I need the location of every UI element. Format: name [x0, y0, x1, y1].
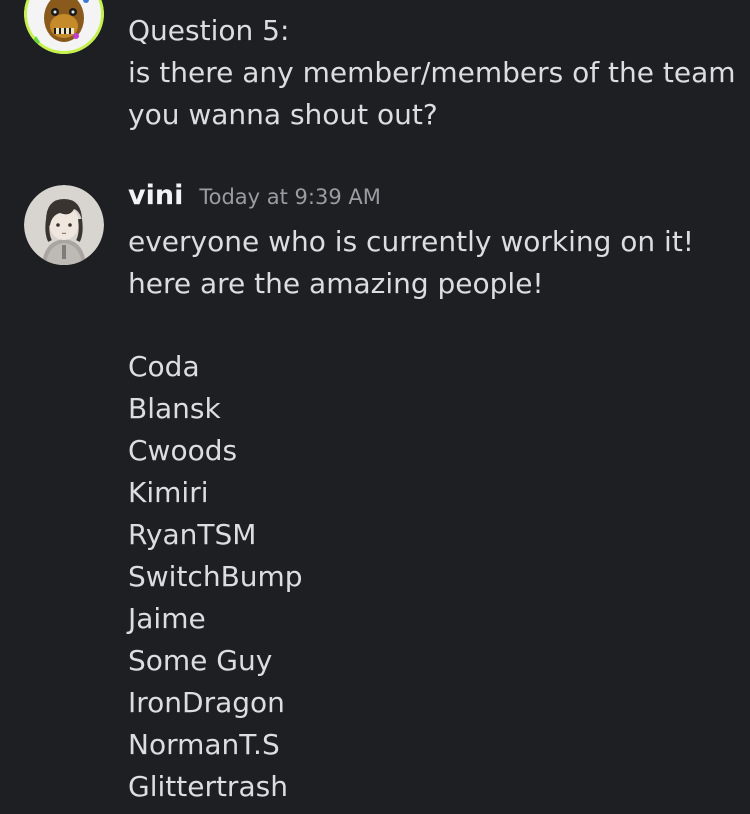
message-line: everyone who is currently working on it! [128, 225, 695, 258]
message-line: here are the amazing people! [128, 267, 544, 300]
message-line: is there any member/members of the team [128, 56, 736, 89]
message-line: you wanna shout out? [128, 98, 438, 131]
list-item: Glittertrash [128, 770, 288, 803]
list-item: Kimiri [128, 476, 209, 509]
list-item: Cwoods [128, 434, 238, 467]
vini-avatar-icon[interactable] [24, 185, 104, 265]
username[interactable]: vini [128, 180, 183, 211]
list-item: NormanT.S [128, 728, 280, 761]
list-item: RyanTSM [128, 518, 257, 551]
animatronic-avatar-icon[interactable] [24, 0, 104, 54]
list-item: Blansk [128, 392, 221, 425]
list-item: Some Guy [128, 644, 273, 677]
message-line: Question 5: [128, 14, 290, 47]
message-header: vini Today at 9:39 AM [128, 180, 381, 222]
list-item: Jaime [128, 602, 206, 635]
list-item: Coda [128, 350, 200, 383]
team-member-list: Coda Blansk Cwoods Kimiri RyanTSM Switch… [128, 346, 303, 808]
list-item: IronDragon [128, 686, 285, 719]
chat-message-list: Question 5: is there any member/members … [0, 0, 750, 814]
list-item: SwitchBump [128, 560, 303, 593]
message-timestamp: Today at 9:39 AM [199, 185, 381, 209]
